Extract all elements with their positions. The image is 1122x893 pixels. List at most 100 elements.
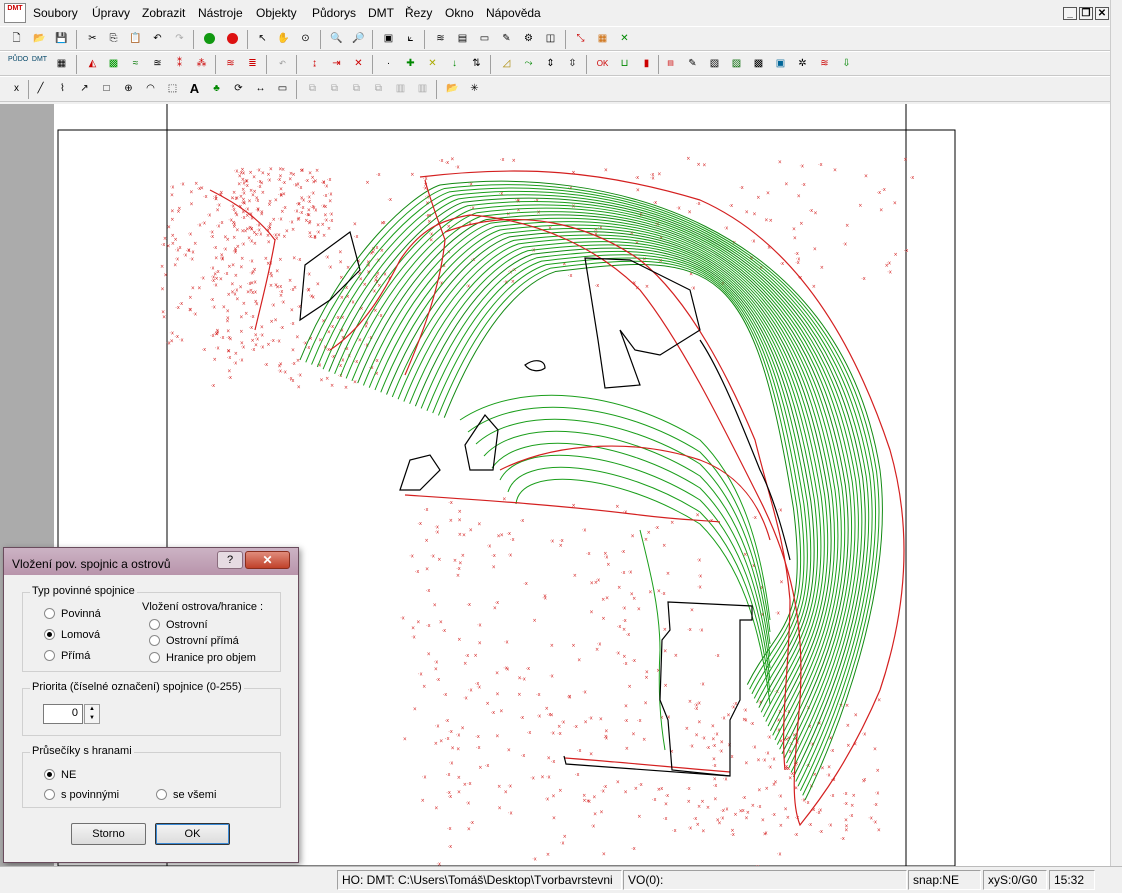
survey-point-label: ·x [550, 731, 555, 737]
survey-point-label: × [416, 620, 420, 626]
survey-point-label: × [274, 317, 278, 323]
survey-point-label: × [439, 619, 443, 625]
survey-point-label: × [670, 520, 674, 526]
survey-point-label: × [252, 230, 256, 236]
radio-hranice[interactable]: Hranice pro objem [149, 652, 256, 664]
contour-line [391, 234, 829, 727]
survey-point-label: × [711, 723, 715, 729]
survey-point-label: × [584, 719, 588, 725]
survey-point-label: × [458, 532, 462, 538]
priority-spinner[interactable]: ▲ ▼ [84, 704, 100, 724]
radio-lomova[interactable]: Lomová [44, 629, 100, 641]
survey-point-label: ·x [818, 807, 823, 813]
survey-point-label: × [558, 788, 562, 794]
survey-point-label: × [666, 571, 670, 577]
survey-point-label: × [512, 158, 516, 164]
vertical-scrollbar[interactable] [1110, 0, 1122, 866]
survey-point-label: × [746, 810, 750, 816]
survey-point-label: × [592, 795, 596, 801]
survey-point-label: ·x [757, 804, 762, 810]
survey-point-label: × [247, 235, 251, 241]
radio-ostrovni-indicator[interactable] [149, 619, 160, 630]
survey-point-label: × [687, 799, 691, 805]
survey-point-label: × [223, 235, 227, 241]
survey-point-label: ·x [597, 642, 602, 648]
radio-ostrovni-prima[interactable]: Ostrovní přímá [149, 635, 239, 647]
survey-point-label: × [279, 361, 283, 367]
radio-povinna-indicator[interactable] [44, 608, 55, 619]
survey-point-label: ·x [312, 235, 317, 241]
survey-point-label: × [245, 179, 249, 185]
survey-point-label: ·x [805, 800, 810, 806]
radio-prima-indicator[interactable] [44, 650, 55, 661]
survey-point-label: ·x [366, 262, 371, 268]
survey-point-label: ·x [216, 224, 221, 230]
survey-point-label: × [170, 339, 174, 345]
survey-point-label: × [873, 746, 877, 752]
radio-ostrovni[interactable]: Ostrovní [149, 619, 208, 631]
survey-point-label: × [230, 195, 234, 201]
survey-point-label: × [545, 706, 549, 712]
dialog-title-bar[interactable]: Vložení pov. spojnic a ostrovů ? ✕ [4, 548, 298, 575]
survey-point-label: ·x [375, 258, 380, 264]
survey-point-label: ·x [491, 710, 496, 716]
survey-point-label: × [403, 736, 407, 742]
survey-point-label: ·x [210, 297, 215, 303]
dialog-close-button[interactable]: ✕ [245, 551, 290, 569]
survey-point-label: × [189, 190, 193, 196]
spin-up-icon[interactable]: ▲ [85, 705, 99, 714]
survey-point-label: × [253, 267, 257, 273]
survey-point-label: ·x [280, 300, 285, 306]
survey-point-label: × [846, 743, 850, 749]
status-snap: snap:NE [908, 870, 981, 890]
survey-point-label: × [421, 798, 425, 804]
survey-point-label: × [277, 232, 281, 238]
contour-line [414, 247, 815, 708]
radio-lomova-indicator[interactable] [44, 629, 55, 640]
survey-point-label: × [240, 340, 244, 346]
survey-point-label: ·x [551, 759, 556, 765]
survey-point-label: ·x [278, 216, 283, 222]
radio-ne-indicator[interactable] [44, 769, 55, 780]
survey-point-label: × [645, 670, 649, 676]
survey-point-label: ·x [295, 182, 300, 188]
radio-s-povinnymi-indicator[interactable] [44, 789, 55, 800]
survey-point-label: × [820, 265, 824, 271]
survey-point-label: × [604, 168, 608, 174]
radio-hranice-indicator[interactable] [149, 652, 160, 663]
cancel-button[interactable]: Storno [71, 823, 146, 845]
survey-point-label: × [200, 186, 204, 192]
radio-s-povinnymi[interactable]: s povinnými [44, 789, 119, 801]
survey-point-label: × [845, 223, 849, 229]
survey-point-label: ·x [622, 606, 627, 612]
survey-point-label: × [701, 829, 705, 835]
survey-point-label: ·x [422, 775, 427, 781]
radio-ostrovni-prima-indicator[interactable] [149, 635, 160, 646]
survey-point-label: × [316, 282, 320, 288]
radio-se-vsemi-indicator[interactable] [156, 789, 167, 800]
survey-point-label: ·x [688, 826, 693, 832]
help-button[interactable]: ? [217, 551, 243, 569]
survey-point-label: ·x [299, 210, 304, 216]
spin-down-icon[interactable]: ▼ [85, 714, 99, 723]
survey-point-label: × [478, 641, 482, 647]
survey-point-label: × [595, 647, 599, 653]
radio-prima[interactable]: Přímá [44, 650, 90, 662]
survey-point-label: ·x [752, 515, 757, 521]
survey-point-label: ·x [557, 731, 562, 737]
radio-se-vsemi[interactable]: se všemi [156, 789, 216, 801]
contour-line [368, 221, 842, 745]
survey-point-label: × [713, 796, 717, 802]
survey-point-label: ·x [279, 325, 284, 331]
survey-point-label: ·x [417, 521, 422, 527]
radio-ne[interactable]: NE [44, 769, 76, 781]
radio-povinna[interactable]: Povinná [44, 608, 101, 620]
survey-point-label: × [234, 351, 238, 357]
ok-button[interactable]: OK [155, 823, 230, 845]
survey-point-label: × [469, 528, 473, 534]
survey-point-label: × [631, 534, 635, 540]
radio-se-vsemi-label: se všemi [173, 789, 217, 801]
survey-point-label: ·x [238, 170, 243, 176]
priority-input[interactable]: 0 [43, 704, 83, 724]
survey-point-label: ·x [259, 333, 264, 339]
